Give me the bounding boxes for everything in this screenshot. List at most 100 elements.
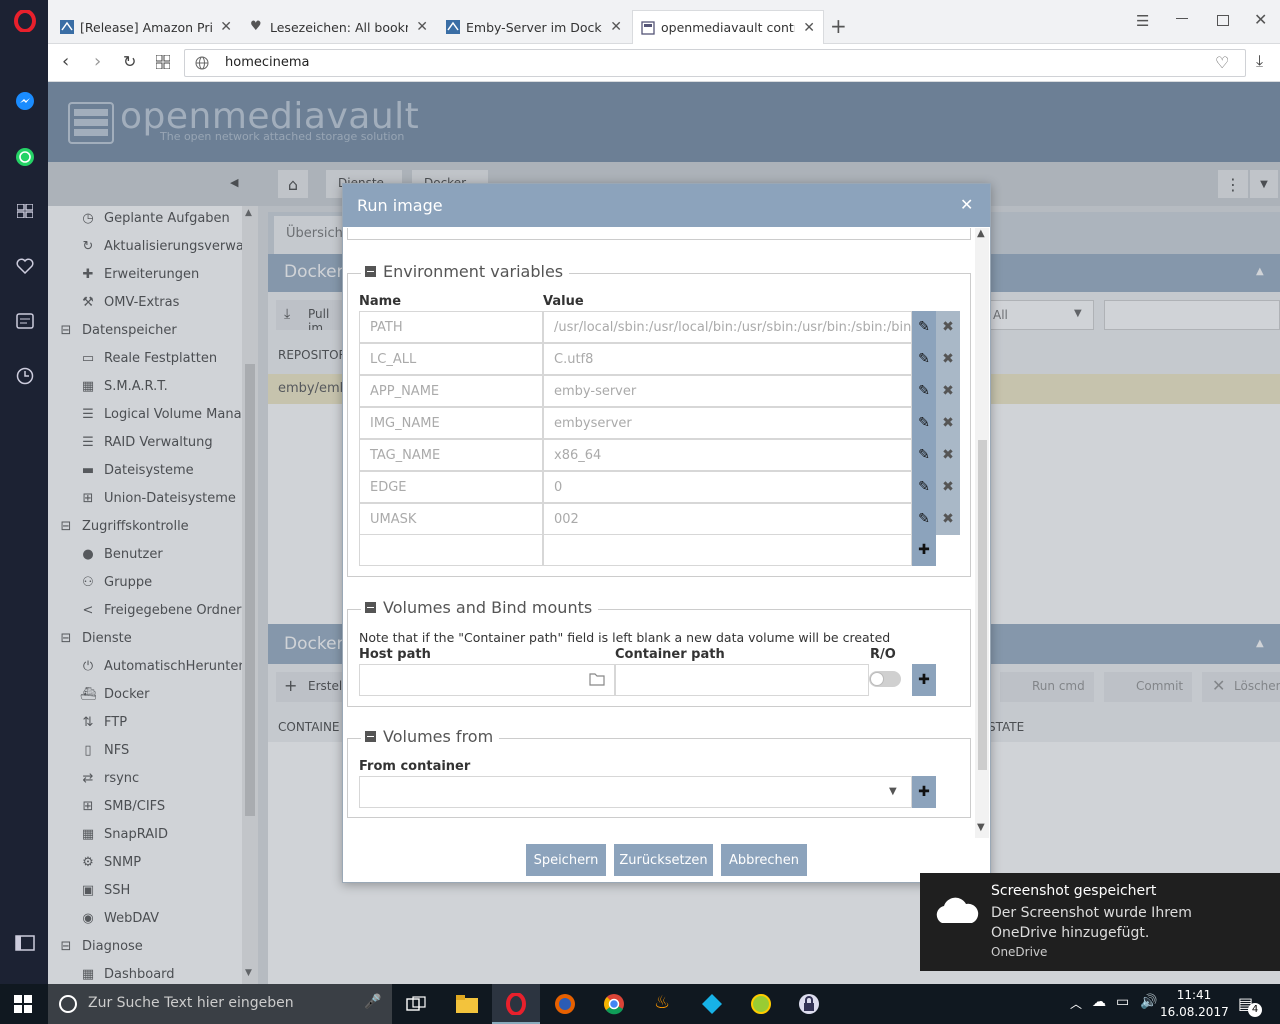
env-value-cell[interactable]: emby-server <box>543 375 912 407</box>
close-icon[interactable]: ✕ <box>220 19 232 35</box>
kodi-icon[interactable] <box>701 993 723 1015</box>
maximize-icon[interactable] <box>1217 15 1229 26</box>
news-icon[interactable] <box>14 310 36 332</box>
env-value-cell[interactable]: /usr/local/sbin:/usr/local/bin:/usr/sbin… <box>543 311 912 343</box>
delete-icon[interactable]: ✖ <box>936 343 960 375</box>
host-path-input[interactable] <box>359 664 615 696</box>
search-box[interactable]: Zur Suche Text hier eingeben 🎤 <box>48 984 392 1024</box>
add-volume-button[interactable]: ✚ <box>912 664 936 696</box>
edit-icon[interactable]: ✎ <box>912 471 936 503</box>
container-path-input[interactable] <box>615 664 869 696</box>
forward-icon[interactable]: › <box>94 51 101 72</box>
microphone-icon[interactable]: 🎤 <box>364 994 381 1010</box>
firefox-icon[interactable] <box>554 993 576 1015</box>
new-env-value-input[interactable] <box>543 534 912 566</box>
tab-emby-server[interactable]: Emby-Server im Docker Co ✕ <box>438 10 630 44</box>
delete-icon[interactable]: ✖ <box>936 471 960 503</box>
close-icon[interactable]: ✕ <box>610 19 622 35</box>
network-icon[interactable]: ▭ <box>1116 994 1129 1010</box>
close-icon[interactable]: ✕ <box>803 20 815 36</box>
reset-button[interactable]: Zurücksetzen <box>614 844 713 876</box>
env-name-cell[interactable]: EDGE <box>359 471 543 503</box>
onedrive-tray-icon[interactable]: ☁ <box>1092 994 1106 1010</box>
chevron-down-icon[interactable]: ▼ <box>889 786 897 797</box>
download-icon[interactable]: ⤓ <box>1256 51 1263 71</box>
back-icon[interactable]: ‹ <box>62 51 69 72</box>
env-legend[interactable]: Environment variables <box>361 262 570 281</box>
collapse-icon[interactable] <box>365 602 376 613</box>
env-value-cell[interactable]: 002 <box>543 503 912 535</box>
close-icon[interactable]: ✕ <box>960 195 973 214</box>
env-value-cell[interactable]: C.utf8 <box>543 343 912 375</box>
chevron-up-icon[interactable]: ︿ <box>1070 995 1082 1012</box>
from-container-select[interactable] <box>359 776 912 808</box>
edit-icon[interactable]: ✎ <box>912 407 936 439</box>
opera-logo-icon[interactable] <box>14 10 36 32</box>
volumes-legend[interactable]: Volumes and Bind mounts <box>361 598 599 617</box>
add-volumes-from-button[interactable]: ✚ <box>912 776 936 808</box>
env-name-cell[interactable]: PATH <box>359 311 543 343</box>
history-icon[interactable] <box>14 365 36 387</box>
file-explorer-icon[interactable] <box>456 995 478 1013</box>
app-green-icon[interactable] <box>750 993 772 1015</box>
minimize-icon[interactable] <box>1176 18 1188 19</box>
heart-icon: ♥ <box>250 19 262 34</box>
cancel-button[interactable]: Abbrechen <box>721 844 807 876</box>
add-env-button[interactable]: ✚ <box>912 534 936 566</box>
env-value-cell[interactable]: 0 <box>543 471 912 503</box>
speed-dial-icon[interactable] <box>14 200 36 222</box>
forum-icon <box>60 20 74 34</box>
edit-icon[interactable]: ✎ <box>912 311 936 343</box>
container-path-label: Container path <box>615 647 725 662</box>
save-button[interactable]: Speichern <box>526 844 606 876</box>
edit-icon[interactable]: ✎ <box>912 343 936 375</box>
collapse-icon[interactable] <box>365 266 376 277</box>
edit-icon[interactable]: ✎ <box>912 439 936 471</box>
chrome-icon[interactable] <box>603 993 625 1015</box>
volume-icon[interactable]: 🔊 <box>1140 994 1157 1010</box>
task-view-icon[interactable] <box>406 996 426 1012</box>
clock-date[interactable]: 16.08.2017 <box>1160 1005 1229 1019</box>
sidebar-toggle-icon[interactable] <box>14 932 36 954</box>
env-name-cell[interactable]: IMG_NAME <box>359 407 543 439</box>
whatsapp-icon[interactable] <box>14 146 36 168</box>
messenger-icon[interactable] <box>14 90 36 112</box>
tab-openmediavault[interactable]: openmediavault control pa ✕ <box>632 10 824 44</box>
env-value-cell[interactable]: embyserver <box>543 407 912 439</box>
opera-taskbar-icon[interactable] <box>505 993 527 1015</box>
ro-toggle[interactable] <box>869 671 901 687</box>
edit-icon[interactable]: ✎ <box>912 375 936 407</box>
env-name-cell[interactable]: TAG_NAME <box>359 439 543 471</box>
env-name-cell[interactable]: LC_ALL <box>359 343 543 375</box>
clock-time[interactable]: 11:41 <box>1166 988 1222 1002</box>
edit-icon[interactable]: ✎ <box>912 503 936 535</box>
new-env-name-input[interactable] <box>359 534 543 566</box>
reload-icon[interactable]: ↻ <box>123 52 136 71</box>
folder-icon[interactable] <box>589 672 605 686</box>
volumes-from-legend[interactable]: Volumes from <box>361 727 500 746</box>
env-name-cell[interactable]: APP_NAME <box>359 375 543 407</box>
tab-bookmarks[interactable]: ♥ Lesezeichen: All bookmarks ✕ <box>242 10 436 44</box>
close-window-icon[interactable]: ✕ <box>1254 10 1267 29</box>
close-icon[interactable]: ✕ <box>416 19 428 35</box>
collapse-icon[interactable] <box>365 731 376 742</box>
dialog-scrollbar[interactable]: ▲ ▼ <box>975 228 989 838</box>
bookmarks-heart-icon[interactable] <box>14 255 36 277</box>
new-tab-button[interactable]: + <box>830 14 847 38</box>
delete-icon[interactable]: ✖ <box>936 375 960 407</box>
env-name-cell[interactable]: UMASK <box>359 503 543 535</box>
tab-menu-icon[interactable]: ☰ <box>1136 12 1149 30</box>
delete-icon[interactable]: ✖ <box>936 407 960 439</box>
vpn-lock-icon[interactable] <box>798 993 820 1015</box>
url-field[interactable]: homecinema ♡ <box>184 49 1246 77</box>
app-flame-icon[interactable]: ♨ <box>654 992 670 1013</box>
tab-amazon-prime[interactable]: [Release] Amazon Prime In ✕ <box>52 10 240 44</box>
delete-icon[interactable]: ✖ <box>936 503 960 535</box>
delete-icon[interactable]: ✖ <box>936 311 960 343</box>
env-value-cell[interactable]: x86_64 <box>543 439 912 471</box>
windows-start-icon[interactable] <box>14 995 32 1013</box>
speed-dial-grid-icon[interactable] <box>155 54 171 73</box>
delete-icon[interactable]: ✖ <box>936 439 960 471</box>
bookmark-heart-icon[interactable]: ♡ <box>1215 53 1229 72</box>
onedrive-notification[interactable]: Screenshot gespeichert Der Screenshot wu… <box>920 873 1280 971</box>
